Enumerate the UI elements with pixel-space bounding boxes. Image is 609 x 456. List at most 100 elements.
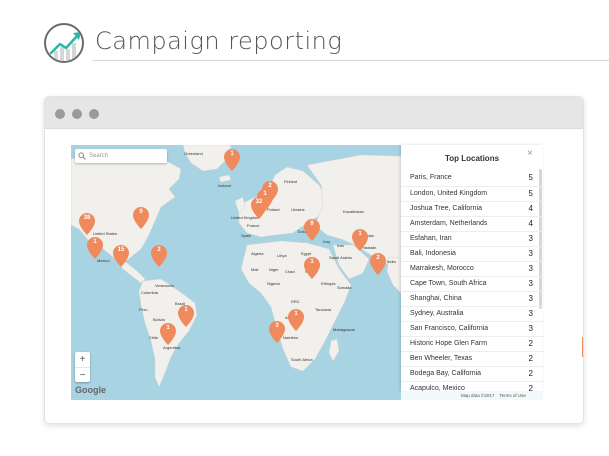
location-count: 3 [528, 249, 533, 258]
top-locations-panel: × Top Locations Paris, France 5 London, U… [401, 145, 543, 393]
map-pin[interactable]: 38 [79, 213, 95, 235]
map-pin[interactable]: 9 [133, 207, 149, 229]
location-name: Bodega Bay, California [410, 370, 482, 377]
map-label-drc: DRC [291, 299, 300, 304]
location-name: Joshua Tree, California [410, 205, 482, 212]
map-pin[interactable]: 2 [151, 245, 167, 267]
location-row[interactable]: Sydney, Australia 3 [401, 306, 543, 321]
location-count: 3 [528, 324, 533, 333]
location-name: Historic Hope Glen Farm [410, 340, 488, 347]
location-name: Shanghai, China [410, 295, 462, 302]
pin-count: 1 [358, 231, 362, 237]
location-name: Sydney, Australia [410, 310, 464, 317]
location-name: Paris, France [410, 174, 452, 181]
location-name: Esfahan, Iran [410, 235, 452, 242]
zoom-in-button[interactable]: + [75, 352, 90, 367]
map-label-argentina: Argentina [163, 345, 181, 350]
map-data-credit: Map data ©2017 [461, 393, 495, 398]
pin-count: 1 [310, 259, 314, 265]
location-count: 2 [528, 369, 533, 378]
title-divider [92, 60, 609, 61]
window-dot-1 [55, 109, 65, 119]
location-row[interactable]: Esfahan, Iran 3 [401, 231, 543, 246]
pin-count: 32 [255, 199, 263, 205]
map-pin[interactable]: 1 [288, 309, 304, 331]
map-pin[interactable]: 9 [304, 219, 320, 241]
terms-link[interactable]: Terms of Use [499, 393, 526, 398]
map-label-kazakhstan: Kazakhstan [343, 209, 364, 214]
location-name: Marrakesh, Morocco [410, 265, 474, 272]
pin-count: 9 [139, 209, 143, 215]
map-label-ukraine: Ukraine [291, 207, 305, 212]
map-attribution: Map data ©2017 Terms of Use [401, 391, 543, 400]
google-logo: Google [75, 385, 106, 395]
window-dot-3 [89, 109, 99, 119]
location-row[interactable]: Amsterdam, Netherlands 4 [401, 216, 543, 231]
location-row[interactable]: London, United Kingdom 5 [401, 186, 543, 201]
map-label-iraq: Iraq [323, 239, 330, 244]
map-label-ethiopia: Ethiopia [321, 281, 336, 286]
location-row[interactable]: Paris, France 5 [401, 171, 543, 186]
location-count: 4 [528, 204, 533, 213]
location-count: 5 [528, 173, 533, 182]
location-row[interactable]: San Francisco, California 3 [401, 321, 543, 336]
location-list: Paris, France 5 London, United Kingdom 5 J… [401, 171, 543, 396]
map-label-mali: Mali [251, 267, 259, 272]
map-label-nigeria: Nigeria [267, 281, 280, 286]
map-pin[interactable]: 1 [224, 149, 240, 171]
map-label-libya: Libya [277, 253, 287, 258]
campaign-logo-icon [44, 23, 84, 63]
location-row[interactable]: Bali, Indonesia 3 [401, 246, 543, 261]
map-label-peru: Peru [139, 307, 148, 312]
zoom-out-button[interactable]: − [75, 367, 90, 382]
map-label-france: France [247, 223, 260, 228]
location-count: 3 [528, 309, 533, 318]
location-count: 3 [528, 279, 533, 288]
map-pin[interactable]: 32 [251, 197, 267, 219]
map-pin[interactable]: 1 [304, 257, 320, 279]
pin-count: 1 [294, 311, 298, 317]
location-row[interactable]: Shanghai, China 3 [401, 291, 543, 306]
map-label-saudi: Saudi Arabia [329, 255, 352, 260]
location-row[interactable]: Bodega Bay, California 2 [401, 366, 543, 381]
map-pin[interactable]: 2 [370, 253, 386, 275]
browser-window: Search Greenland Iceland Finland United … [44, 96, 584, 424]
map-label-venezuela: Venezuela [155, 283, 174, 288]
map-label-chad: Chad [285, 269, 295, 274]
location-row[interactable]: Historic Hope Glen Farm 2 [401, 336, 543, 351]
location-count: 3 [528, 234, 533, 243]
map-pin[interactable]: 1 [160, 323, 176, 345]
location-count: 3 [528, 264, 533, 273]
location-row[interactable]: Joshua Tree, California 4 [401, 201, 543, 216]
map-label-niger: Niger [269, 267, 279, 272]
search-placeholder: Search [89, 153, 109, 159]
location-count: 3 [528, 294, 533, 303]
side-expand-tab[interactable] [582, 337, 583, 357]
map-label-spain: Spain [241, 233, 252, 238]
location-count: 5 [528, 189, 533, 198]
map-search-input[interactable]: Search [75, 149, 167, 163]
location-row[interactable]: Cape Town, South Africa 3 [401, 276, 543, 291]
map-pin[interactable]: 1 [87, 237, 103, 259]
pin-count: 1 [93, 239, 97, 245]
pin-count: 1 [184, 307, 188, 313]
map-label-madagascar: Madagascar [333, 327, 356, 332]
map-pin[interactable]: 1 [352, 229, 368, 251]
location-row[interactable]: Ben Wheeler, Texas 2 [401, 351, 543, 366]
map-label-iran: Iran [337, 243, 344, 248]
location-row[interactable]: Marrakesh, Morocco 3 [401, 261, 543, 276]
map-pin[interactable]: 1 [178, 305, 194, 327]
window-dot-2 [72, 109, 82, 119]
map-label-united-states: United States [93, 231, 118, 236]
map-label-south-africa: South Africa [291, 357, 313, 362]
map-label-tanzania: Tanzania [315, 307, 332, 312]
map-pin[interactable]: 3 [269, 321, 285, 343]
map-label-finland: Finland [284, 179, 298, 184]
map-label-egypt: Egypt [301, 251, 312, 256]
pin-count: 3 [275, 323, 279, 329]
map-pin[interactable]: 15 [113, 245, 129, 267]
page-title: Campaign reporting [95, 27, 343, 55]
pin-count: 2 [376, 255, 380, 261]
panel-title: Top Locations [444, 154, 500, 163]
map-label-bolivia: Bolivia [153, 317, 165, 322]
